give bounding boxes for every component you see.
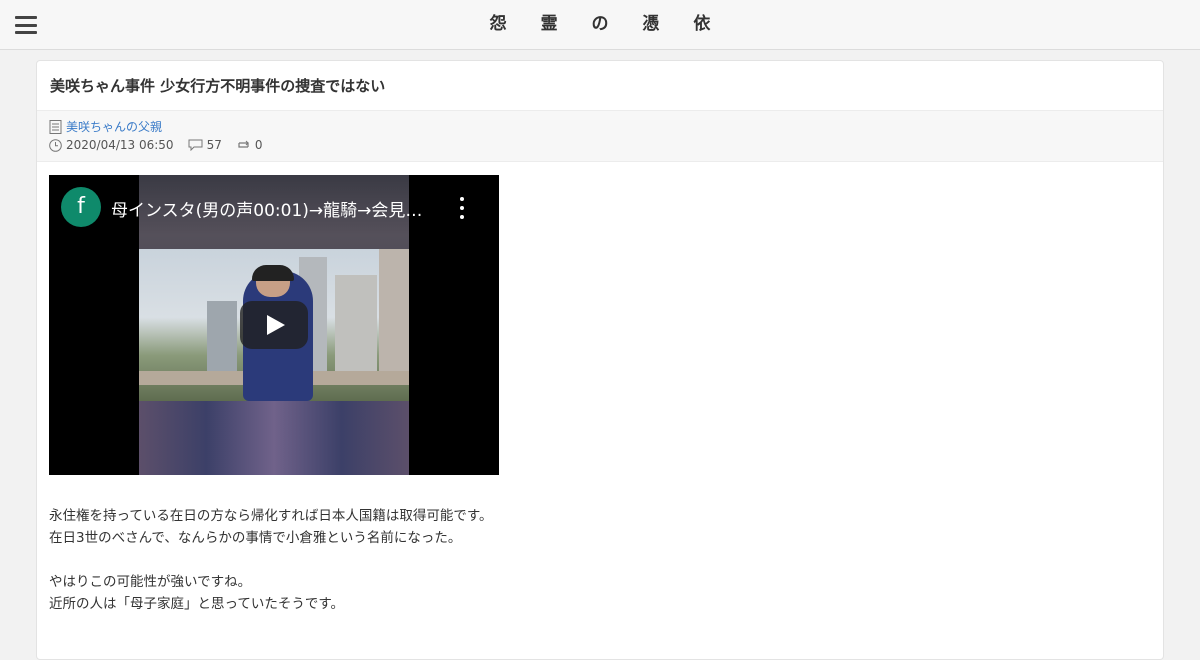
body-line: 永住権を持っている在日の方なら帰化すれば日本人国籍は取得可能です。 <box>49 508 493 524</box>
body-line: やはりこの可能性が強いですね。 <box>49 574 252 590</box>
post-title: 美咲ちゃん事件 少女行方不明事件の捜査ではない <box>50 77 386 95</box>
repost-count-text: 0 <box>254 138 263 152</box>
body-line: 近所の人は「母子家庭」と思っていたそうです。 <box>49 596 344 612</box>
comment-count-text: 57 <box>206 138 222 152</box>
document-icon <box>49 119 62 134</box>
comment-icon <box>188 139 203 151</box>
post-date: 2020/04/13 06:50 <box>49 138 174 152</box>
more-options-icon[interactable] <box>457 197 467 219</box>
site-title[interactable]: 怨 霊 の 憑 依 <box>476 14 725 34</box>
site-title-wrap: 怨 霊 の 憑 依 <box>0 0 1200 50</box>
comment-count[interactable]: 57 <box>188 138 222 152</box>
repost-count[interactable]: 0 <box>236 138 263 152</box>
post-body: 永住権を持っている在日の方なら帰化すれば日本人国籍は取得可能です。 在日3世のべ… <box>49 505 492 615</box>
author-link[interactable]: 美咲ちゃんの父親 <box>66 118 162 135</box>
top-bar: 怨 霊 の 憑 依 <box>0 0 1200 50</box>
post-card: 美咲ちゃん事件 少女行方不明事件の捜査ではない 美咲ちゃんの父親 2020/04… <box>36 60 1164 660</box>
play-button[interactable] <box>240 301 308 349</box>
video-player[interactable]: f 母インスタ(男の声00:01)→龍騎→会見… <box>49 175 499 475</box>
video-title[interactable]: 母インスタ(男の声00:01)→龍騎→会見… <box>111 196 441 221</box>
hamburger-menu-icon[interactable] <box>15 16 37 34</box>
channel-avatar[interactable]: f <box>61 187 101 227</box>
post-meta: 美咲ちゃんの父親 2020/04/13 06:50 57 0 <box>37 110 1163 162</box>
repost-icon <box>238 140 249 148</box>
clock-icon <box>49 138 62 152</box>
date-text: 2020/04/13 06:50 <box>66 138 174 152</box>
body-line: 在日3世のべさんで、なんらかの事情で小倉雅という名前になった。 <box>49 530 462 546</box>
